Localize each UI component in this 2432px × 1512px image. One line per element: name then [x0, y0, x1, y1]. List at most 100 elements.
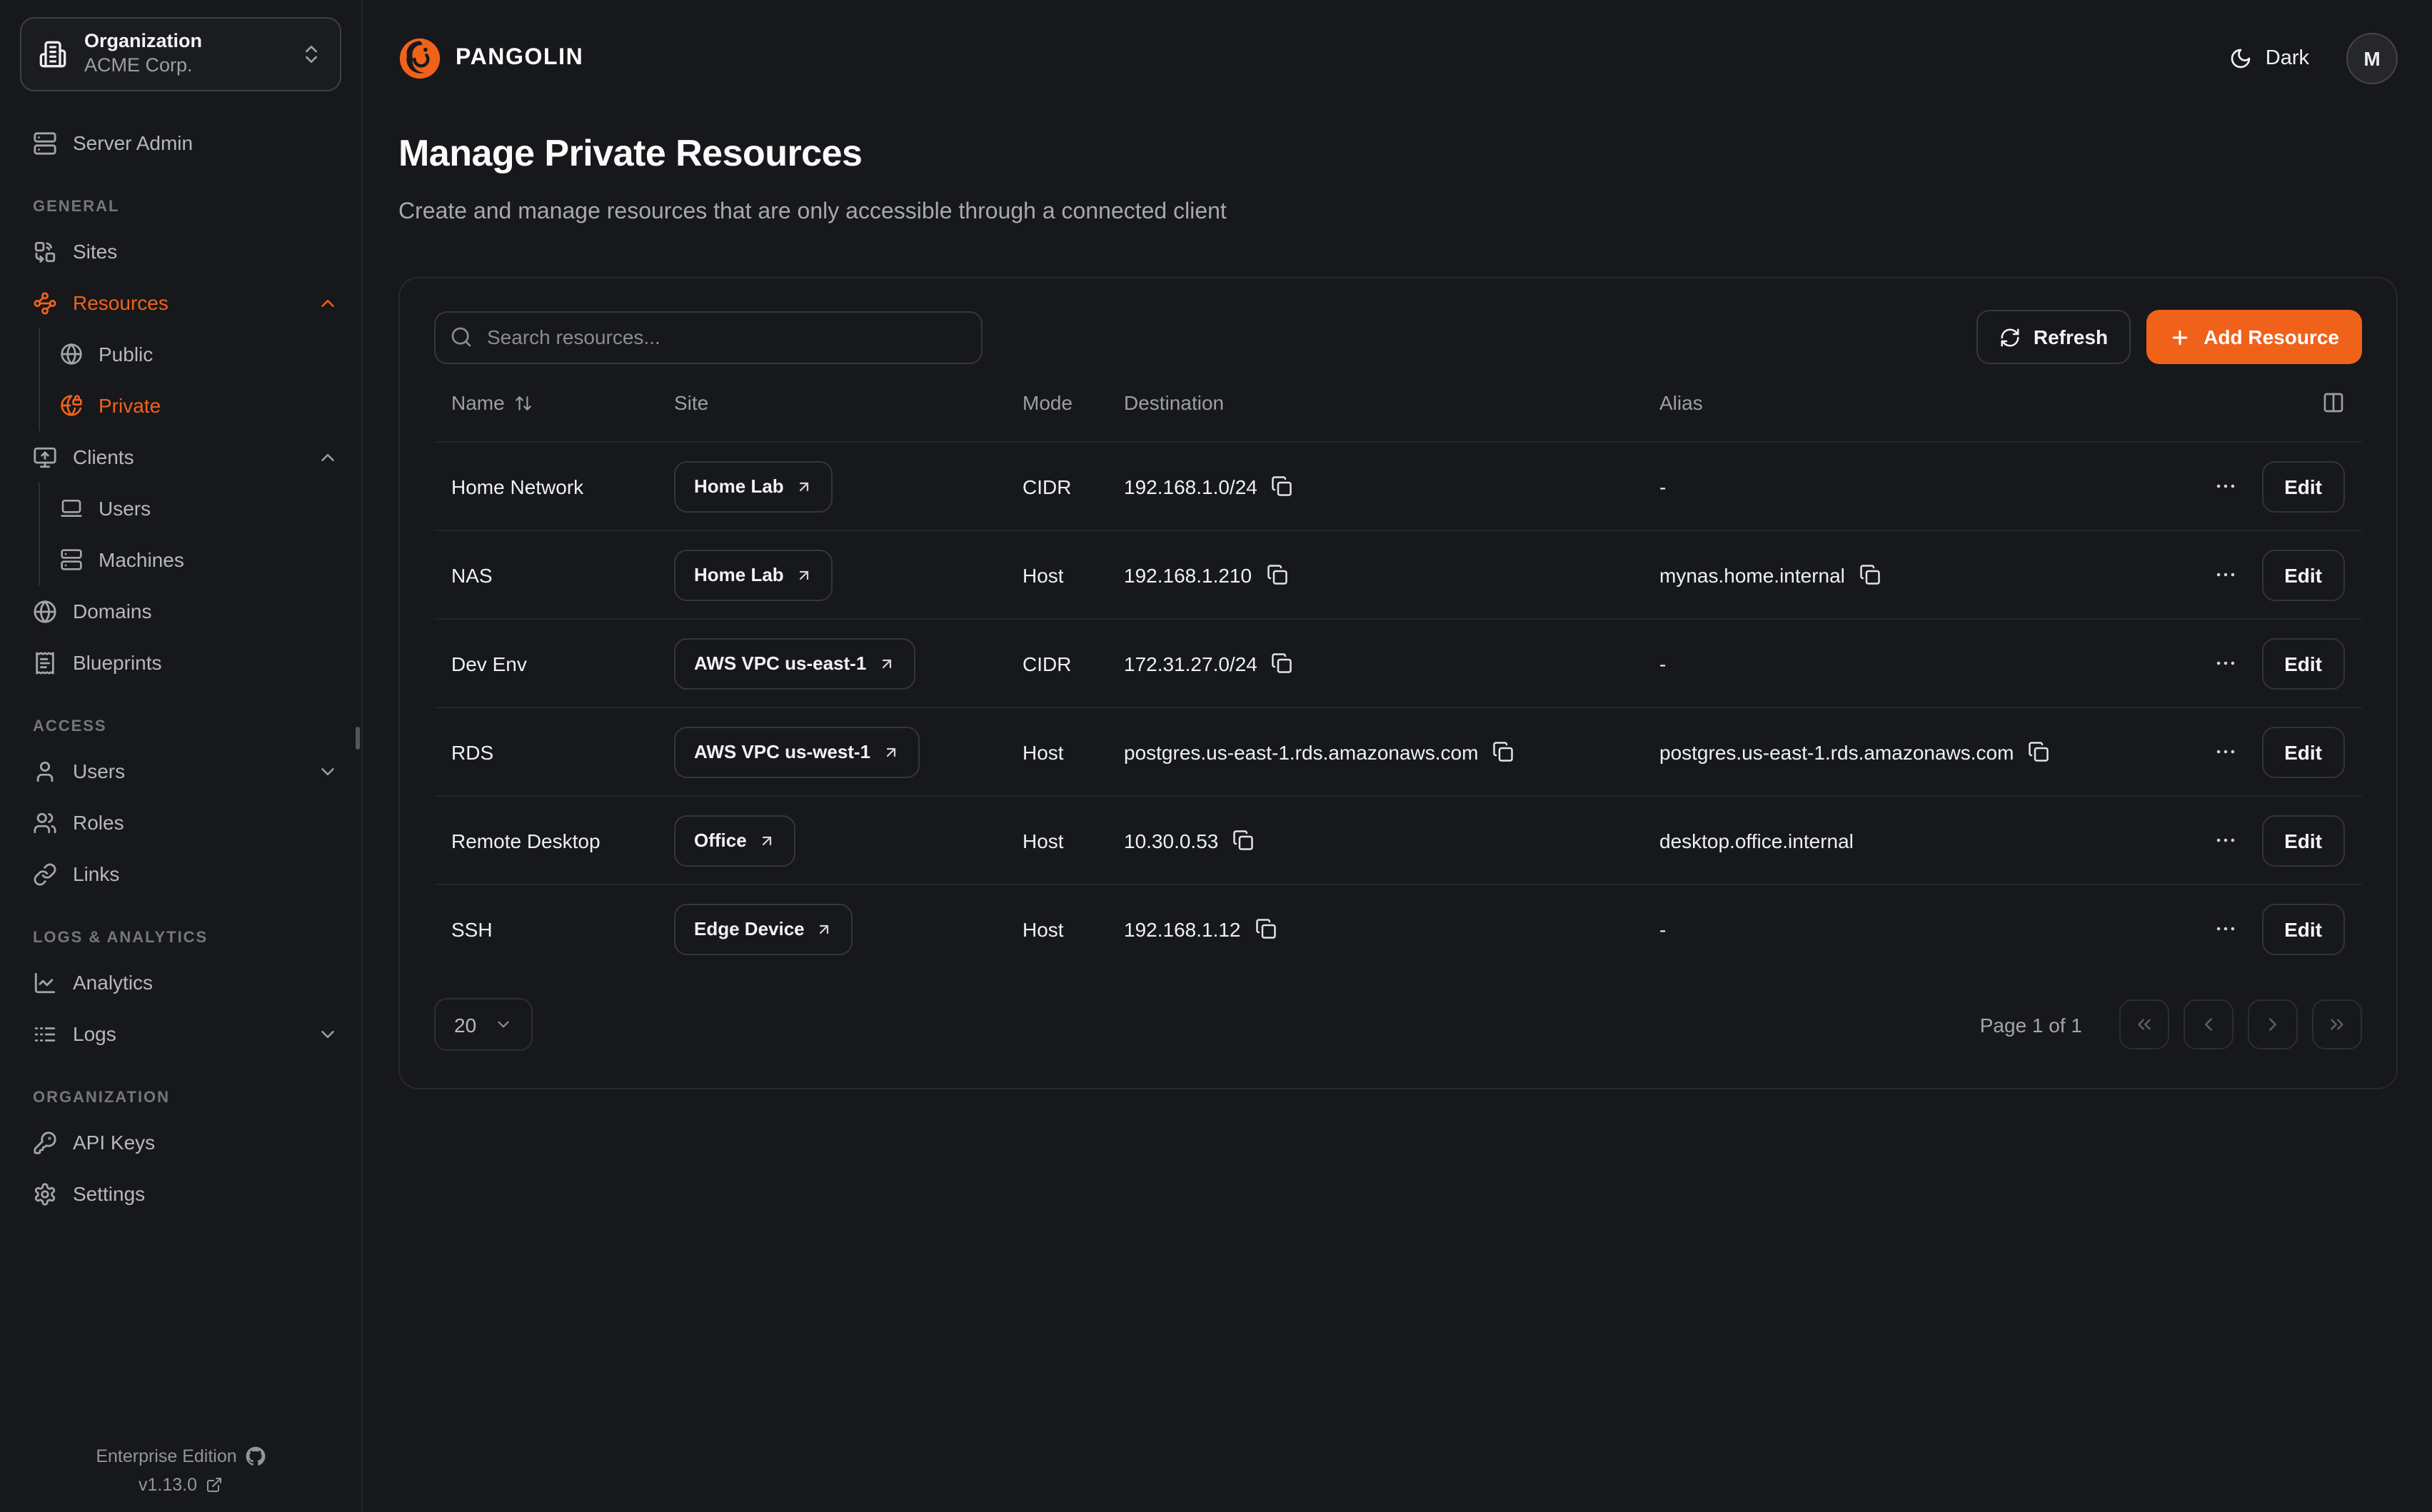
- github-icon[interactable]: [246, 1446, 266, 1466]
- sidebar-item-domains[interactable]: Domains: [0, 585, 361, 637]
- arrow-up-right-icon: [795, 478, 813, 495]
- sidebar-item-public[interactable]: Public: [40, 328, 361, 380]
- copy-destination-button[interactable]: [1232, 830, 1254, 852]
- copy-destination-button[interactable]: [1255, 919, 1277, 940]
- site-link[interactable]: Home Lab: [674, 550, 833, 601]
- sidebar-footer: Enterprise Edition v1.13.0: [0, 1438, 361, 1495]
- copy-icon: [1272, 653, 1293, 675]
- copy-alias-button[interactable]: [1859, 565, 1881, 586]
- sidebar-item-client-users[interactable]: Users: [40, 483, 361, 534]
- copy-destination-button[interactable]: [1272, 653, 1293, 675]
- version-label: v1.13.0: [139, 1475, 197, 1495]
- page-size-select[interactable]: 20: [434, 999, 532, 1052]
- column-header-name[interactable]: Name: [434, 392, 657, 415]
- columns-toggle-button[interactable]: [2322, 392, 2345, 415]
- link-icon: [33, 862, 57, 886]
- sidebar-item-roles[interactable]: Roles: [0, 797, 361, 848]
- resource-mode: Host: [1005, 918, 1107, 941]
- site-link[interactable]: Home Lab: [674, 461, 833, 513]
- resource-name: Remote Desktop: [434, 830, 657, 852]
- refresh-button[interactable]: Refresh: [1976, 311, 2131, 365]
- resource-alias: -: [1642, 918, 2115, 941]
- arrow-up-right-icon: [878, 655, 895, 672]
- row-menu-button[interactable]: [2213, 563, 2237, 588]
- arrow-up-right-icon: [758, 832, 775, 850]
- sidebar-item-machines[interactable]: Machines: [40, 534, 361, 585]
- row-menu-button[interactable]: [2213, 740, 2237, 765]
- sidebar-item-users[interactable]: Users: [0, 745, 361, 797]
- sidebar-item-logs[interactable]: Logs: [0, 1008, 361, 1059]
- chevron-left-icon: [2198, 1014, 2219, 1036]
- user-icon: [33, 759, 57, 783]
- sidebar-item-label: Clients: [73, 445, 134, 468]
- site-link[interactable]: Office: [674, 815, 795, 867]
- prev-page-button[interactable]: [2184, 1000, 2233, 1050]
- last-page-button[interactable]: [2312, 1000, 2362, 1050]
- edit-button[interactable]: Edit: [2261, 550, 2345, 601]
- resource-alias: desktop.office.internal: [1642, 830, 2115, 852]
- sidebar-item-blueprints[interactable]: Blueprints: [0, 637, 361, 688]
- copy-icon: [1492, 742, 1514, 763]
- resource-name: SSH: [434, 918, 657, 941]
- globe-icon: [33, 599, 57, 623]
- sidebar-item-resources[interactable]: Resources: [0, 277, 361, 328]
- sidebar-item-sites[interactable]: Sites: [0, 226, 361, 277]
- sidebar-item-clients[interactable]: Clients: [0, 431, 361, 483]
- site-link[interactable]: AWS VPC us-east-1: [674, 638, 915, 690]
- resource-destination: postgres.us-east-1.rds.amazonaws.com: [1107, 741, 1642, 764]
- edit-button[interactable]: Edit: [2261, 638, 2345, 690]
- row-menu-button[interactable]: [2213, 829, 2237, 853]
- org-selector[interactable]: Organization ACME Corp.: [20, 17, 341, 91]
- add-resource-button[interactable]: Add Resource: [2146, 311, 2362, 365]
- sidebar-item-label: Users: [99, 497, 151, 520]
- row-menu-button[interactable]: [2213, 652, 2237, 676]
- resource-destination: 192.168.1.12: [1107, 918, 1642, 941]
- sidebar-item-links[interactable]: Links: [0, 848, 361, 899]
- next-page-button[interactable]: [2248, 1000, 2298, 1050]
- sort-icon[interactable]: [515, 394, 533, 413]
- resource-alias: -: [1642, 475, 2115, 498]
- copy-destination-button[interactable]: [1272, 476, 1293, 498]
- edit-button[interactable]: Edit: [2261, 815, 2345, 867]
- row-menu-button[interactable]: [2213, 917, 2237, 942]
- search-box: [434, 311, 983, 364]
- avatar[interactable]: M: [2346, 33, 2398, 84]
- edit-button[interactable]: Edit: [2261, 461, 2345, 513]
- resources-card: Refresh Add Resource Name Site Mode Dest…: [398, 278, 2398, 1090]
- site-link[interactable]: AWS VPC us-west-1: [674, 727, 919, 778]
- sidebar-item-server-admin[interactable]: Server Admin: [0, 117, 361, 168]
- toolbar-actions: Refresh Add Resource: [1976, 311, 2362, 365]
- sidebar-item-label: Settings: [73, 1182, 145, 1205]
- logs-icon: [33, 1022, 57, 1046]
- add-resource-label: Add Resource: [2204, 326, 2339, 349]
- chevron-down-icon: [317, 760, 338, 782]
- sidebar-item-label: Blueprints: [73, 651, 162, 674]
- edit-button[interactable]: Edit: [2261, 727, 2345, 778]
- sidebar-scrollbar[interactable]: [356, 727, 360, 750]
- ellipsis-icon: [2213, 917, 2237, 942]
- search-input[interactable]: [434, 311, 983, 364]
- row-menu-button[interactable]: [2213, 475, 2237, 499]
- sites-icon: [33, 239, 57, 263]
- copy-destination-button[interactable]: [1492, 742, 1514, 763]
- resource-destination: 172.31.27.0/24: [1107, 652, 1642, 675]
- sidebar-item-label: Private: [99, 394, 161, 417]
- globe-lock-icon: [60, 394, 83, 417]
- external-link-icon[interactable]: [206, 1476, 223, 1493]
- gear-icon: [33, 1181, 57, 1206]
- sidebar-item-api-keys[interactable]: API Keys: [0, 1117, 361, 1168]
- resource-name: Home Network: [434, 475, 657, 498]
- sidebar-item-analytics[interactable]: Analytics: [0, 957, 361, 1008]
- sidebar-item-private[interactable]: Private: [40, 380, 361, 431]
- sidebar-item-label: Roles: [73, 811, 124, 834]
- copy-destination-button[interactable]: [1266, 565, 1287, 586]
- edit-button[interactable]: Edit: [2261, 904, 2345, 955]
- sidebar-item-settings[interactable]: Settings: [0, 1168, 361, 1219]
- site-link[interactable]: Edge Device: [674, 904, 853, 955]
- theme-toggle[interactable]: Dark: [2230, 47, 2309, 70]
- resource-alias: -: [1642, 652, 2115, 675]
- brand[interactable]: PANGOLIN: [398, 37, 583, 80]
- resource-destination: 10.30.0.53: [1107, 830, 1642, 852]
- copy-alias-button[interactable]: [2028, 742, 2049, 763]
- first-page-button[interactable]: [2119, 1000, 2169, 1050]
